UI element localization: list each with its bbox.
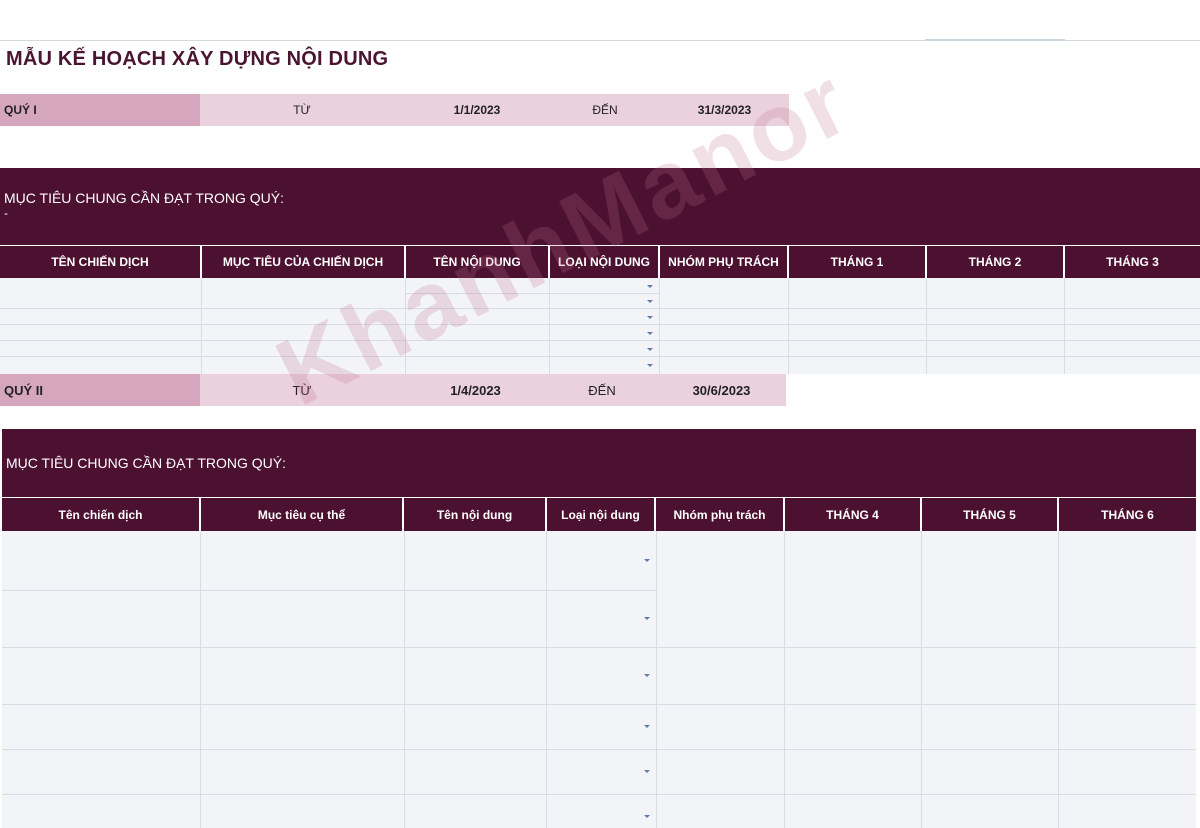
quarter1-table-body[interactable] [0,278,1200,374]
quarter2-date-bar: QUÝ II TỪ 1/4/2023 ĐẾN 30/6/2023 [0,374,786,406]
quarter1-from-date[interactable]: 1/1/2023 [404,94,550,126]
quarter2-to-date[interactable]: 30/6/2023 [657,374,786,406]
grid-line [1058,531,1059,828]
page-title: MẪU KẾ HOẠCH XÂY DỰNG NỘI DUNG [6,48,389,70]
quarter1-label: QUÝ I [0,94,200,126]
dropdown-arrow-icon[interactable] [644,559,650,562]
q2-col-month6: THÁNG 6 [1101,507,1154,522]
grid-line [201,278,202,374]
q2-col-specific-goal: Mục tiêu cụ thể [201,498,404,531]
q2-col-campaign-name: Tên chiến dịch [2,498,201,531]
quarter1-to-date[interactable]: 31/3/2023 [660,94,789,126]
quarter2-table-header: Tên chiến dịch Mục tiêu cụ thể Tên nội d… [2,497,1196,531]
grid-line [2,647,1196,648]
dropdown-arrow-icon[interactable] [647,332,653,335]
q1-col-month1: THÁNG 1 [789,246,927,278]
sheet-top-border-accent [925,39,1065,41]
quarter1-to-label: ĐẾN [550,94,660,126]
q1-col-campaign-name: TÊN CHIẾN DỊCH [0,246,202,278]
q1-col-campaign-goal: MỤC TIÊU CỦA CHIẾN DỊCH [202,246,406,278]
grid-line [200,531,201,828]
grid-line [2,704,1196,705]
quarter1-goal-block[interactable]: MỤC TIÊU CHUNG CẦN ĐẠT TRONG QUÝ: - [0,168,1200,245]
quarter1-goal-label: MỤC TIÊU CHUNG CẦN ĐẠT TRONG QUÝ: [4,190,285,206]
quarter1-date-bar: QUÝ I TỪ 1/1/2023 ĐẾN 31/3/2023 [0,94,789,126]
grid-line [788,278,789,374]
q1-col-month2: THÁNG 2 [927,246,1065,278]
dropdown-arrow-icon[interactable] [647,364,653,367]
quarter1-goal-value[interactable]: - [4,206,8,220]
grid-line [0,324,1200,325]
grid-line [1064,278,1065,374]
quarter2-table-body[interactable] [2,531,1196,828]
q1-col-team: NHÓM PHỤ TRÁCH [660,246,789,278]
q1-col-content-type: LOẠI NỘI DUNG [550,246,660,278]
dropdown-arrow-icon[interactable] [644,674,650,677]
dropdown-arrow-icon[interactable] [644,815,650,818]
dropdown-arrow-icon[interactable] [644,770,650,773]
grid-line [659,278,660,374]
grid-line [921,531,922,828]
grid-line [784,531,785,828]
quarter2-label: QUÝ II [0,374,200,406]
dropdown-arrow-icon[interactable] [647,316,653,319]
q2-col-month4: THÁNG 4 [785,498,922,531]
quarter1-table-header: TÊN CHIẾN DỊCH MỤC TIÊU CỦA CHIẾN DỊCH T… [0,245,1200,278]
q1-col-month3: THÁNG 3 [1106,255,1159,269]
grid-line [0,340,1200,341]
q2-col-content-type: Loại nội dung [547,498,656,531]
q2-col-team: Nhóm phụ trách [656,498,785,531]
dropdown-arrow-icon[interactable] [647,285,653,288]
grid-line [404,531,405,828]
quarter2-goal-label: MỤC TIÊU CHUNG CẦN ĐẠT TRONG QUÝ: [6,455,287,471]
grid-line [2,794,1196,795]
dropdown-arrow-icon[interactable] [644,617,650,620]
grid-line [0,308,1200,309]
dropdown-arrow-icon[interactable] [644,725,650,728]
grid-line [656,531,657,828]
grid-line [2,749,1196,750]
quarter2-from-label: TỪ [200,374,404,406]
quarter1-from-label: TỪ [200,94,404,126]
quarter2-from-date[interactable]: 1/4/2023 [404,374,547,406]
q1-col-content-name: TÊN NỘI DUNG [406,246,550,278]
quarter2-to-label: ĐẾN [547,374,657,406]
q2-col-month5: THÁNG 5 [922,498,1059,531]
dropdown-arrow-icon[interactable] [647,300,653,303]
grid-line [2,590,656,591]
grid-line [926,278,927,374]
q2-col-content-name: Tên nội dung [404,498,547,531]
grid-line [405,293,659,294]
dropdown-arrow-icon[interactable] [647,348,653,351]
grid-line [546,531,547,828]
quarter2-goal-block[interactable]: MỤC TIÊU CHUNG CẦN ĐẠT TRONG QUÝ: [2,429,1196,497]
grid-line [0,356,1200,357]
